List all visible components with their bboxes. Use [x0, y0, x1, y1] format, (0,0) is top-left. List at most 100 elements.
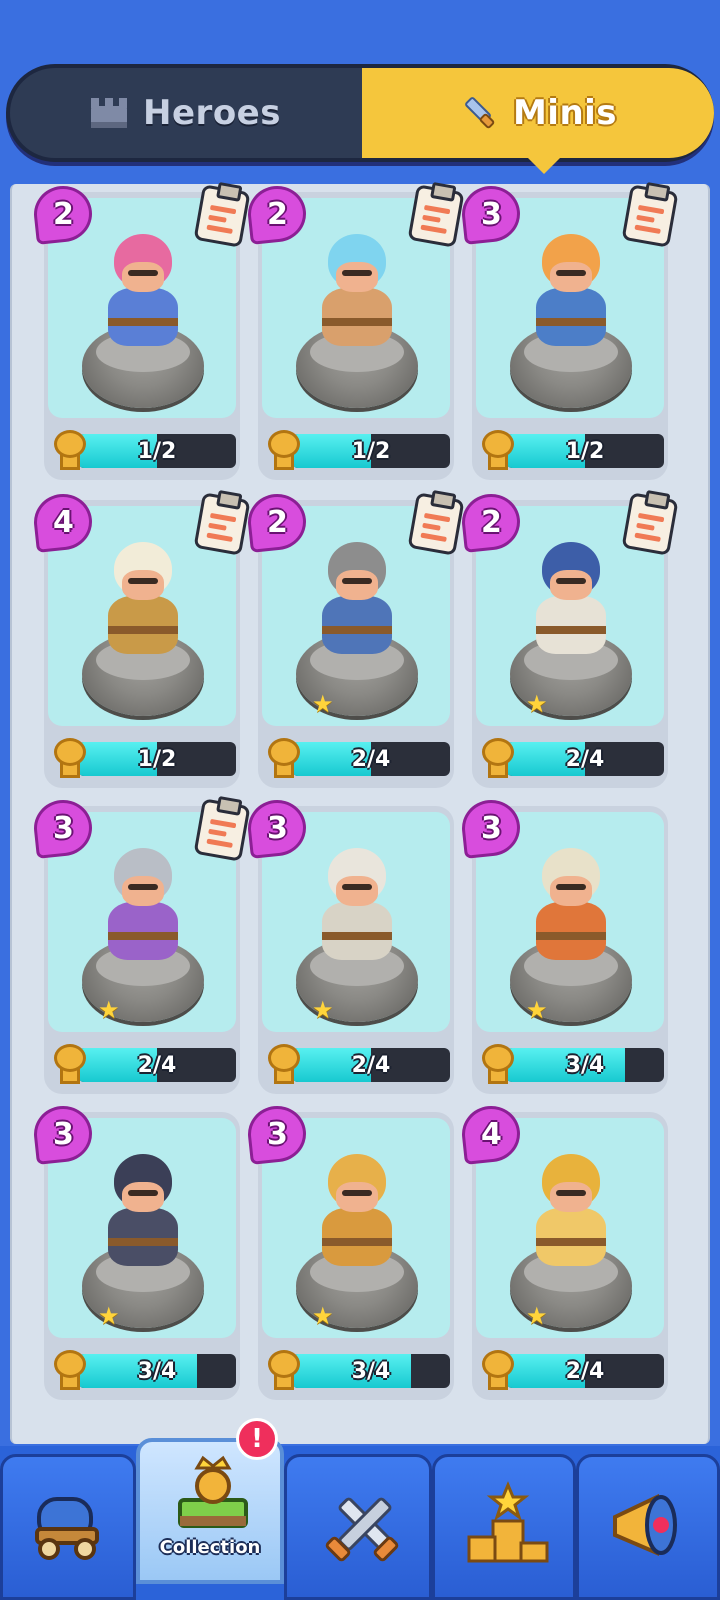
- star-icon: ★: [526, 996, 548, 1024]
- star-icon: ★: [312, 1302, 334, 1330]
- progress-text: 1/2: [137, 746, 177, 772]
- nav-shop-button[interactable]: [0, 1454, 136, 1600]
- nav-battle-button[interactable]: [284, 1454, 432, 1600]
- mini-card[interactable]: ★ 3 3/4: [245, 1103, 454, 1400]
- upgrade-progress: 2/4: [480, 738, 664, 778]
- elixir-cost-value: 3: [480, 196, 502, 232]
- elixir-cost-value: 4: [52, 504, 74, 540]
- clipboard-icon[interactable]: [621, 184, 679, 248]
- level-keyhole-icon: [266, 1044, 302, 1086]
- nav-leaderboard-button[interactable]: [432, 1454, 576, 1600]
- tab-minis[interactable]: Minis: [362, 68, 714, 174]
- tab-minis-label: Minis: [512, 93, 618, 133]
- wagon-icon: [35, 1497, 99, 1560]
- progress-bar: 3/4: [78, 1354, 236, 1388]
- clipboard-icon[interactable]: [407, 184, 465, 248]
- level-keyhole-icon: [480, 430, 516, 472]
- upgrade-progress: 2/4: [52, 1044, 236, 1084]
- mini-card[interactable]: ★ 3 3/4: [459, 797, 668, 1094]
- upgrade-progress: 3/4: [266, 1350, 450, 1390]
- elixir-cost-value: 3: [266, 810, 288, 846]
- clipboard-icon[interactable]: [193, 798, 251, 862]
- progress-bar: 1/2: [506, 434, 664, 468]
- progress-text: 3/4: [565, 1052, 605, 1078]
- mini-card[interactable]: 2 1/2: [31, 183, 251, 480]
- upgrade-progress: 2/4: [266, 738, 450, 778]
- elixir-cost-value: 2: [266, 504, 288, 540]
- mini-figure: [532, 234, 610, 354]
- upgrade-progress: 1/2: [266, 430, 450, 470]
- mini-card[interactable]: 4 1/2: [31, 491, 251, 788]
- mini-card[interactable]: 2 1/2: [245, 183, 465, 480]
- castle-icon: [91, 98, 128, 128]
- progress-bar: 2/4: [78, 1048, 236, 1082]
- mini-card[interactable]: ★ 4 2/4: [459, 1103, 668, 1400]
- collection-crown-icon: [178, 1455, 248, 1528]
- progress-bar: 2/4: [292, 1048, 450, 1082]
- progress-bar: 3/4: [292, 1354, 450, 1388]
- megaphone-icon: [613, 1493, 677, 1557]
- mini-card[interactable]: ★ 2 2/4: [245, 491, 465, 788]
- minis-grid: 2 1/2 2 1/2 3 1/2 4 1/2 ★ 2 2/4 ★ 2 2/4 ★ 3 2/4 ★ 3 2/4 ★ 3 3/…: [10, 183, 710, 1444]
- progress-bar: 1/2: [78, 434, 236, 468]
- clipboard-icon[interactable]: [407, 492, 465, 556]
- bottom-nav: Collection !: [0, 1418, 720, 1600]
- mini-figure: [318, 542, 396, 662]
- star-icon: ★: [312, 690, 334, 718]
- progress-text: 2/4: [351, 746, 391, 772]
- progress-text: 2/4: [351, 1052, 391, 1078]
- progress-bar: 1/2: [292, 434, 450, 468]
- mini-card[interactable]: 3 1/2: [459, 183, 679, 480]
- collection-alert-badge: !: [236, 1418, 278, 1460]
- upgrade-progress: 3/4: [480, 1044, 664, 1084]
- podium-icon: [467, 1481, 549, 1563]
- elixir-cost-value: 3: [52, 1116, 74, 1152]
- mini-card[interactable]: ★ 3 2/4: [245, 797, 454, 1094]
- mini-card[interactable]: ★ 3 3/4: [31, 1103, 240, 1400]
- progress-bar: 2/4: [292, 742, 450, 776]
- star-icon: ★: [98, 1302, 120, 1330]
- hero-mini-tab-switch: Heroes Minis: [6, 64, 714, 174]
- level-keyhole-icon: [480, 1044, 516, 1086]
- progress-bar: 2/4: [506, 742, 664, 776]
- elixir-cost-value: 3: [480, 810, 502, 846]
- mini-figure: [318, 848, 396, 968]
- tab-heroes[interactable]: Heroes: [10, 68, 360, 158]
- progress-text: 2/4: [565, 1358, 605, 1384]
- clipboard-icon[interactable]: [621, 492, 679, 556]
- level-keyhole-icon: [480, 738, 516, 780]
- mini-figure: [104, 848, 182, 968]
- nav-collection-label: Collection: [159, 1537, 261, 1558]
- sword-icon: [465, 97, 495, 129]
- mini-figure: [318, 1154, 396, 1274]
- mini-figure: [104, 234, 182, 354]
- progress-text: 3/4: [351, 1358, 391, 1384]
- nav-social-button[interactable]: [576, 1454, 720, 1600]
- mini-figure: [532, 848, 610, 968]
- upgrade-progress: 3/4: [52, 1350, 236, 1390]
- elixir-cost-value: 2: [266, 196, 288, 232]
- mini-figure: [104, 542, 182, 662]
- nav-collection-button[interactable]: Collection !: [136, 1418, 284, 1584]
- progress-bar: 1/2: [78, 742, 236, 776]
- level-keyhole-icon: [266, 738, 302, 780]
- elixir-cost-value: 2: [52, 196, 74, 232]
- upgrade-progress: 1/2: [52, 430, 236, 470]
- level-keyhole-icon: [52, 738, 88, 780]
- progress-bar: 3/4: [506, 1048, 664, 1082]
- elixir-cost-value: 4: [480, 1116, 502, 1152]
- mini-card[interactable]: ★ 2 2/4: [459, 491, 679, 788]
- star-icon: ★: [98, 996, 120, 1024]
- clipboard-icon[interactable]: [193, 492, 251, 556]
- upgrade-progress: 2/4: [480, 1350, 664, 1390]
- level-keyhole-icon: [266, 430, 302, 472]
- elixir-cost-value: 3: [52, 810, 74, 846]
- mini-card[interactable]: ★ 3 2/4: [31, 797, 251, 1094]
- clipboard-icon[interactable]: [193, 184, 251, 248]
- upgrade-progress: 1/2: [480, 430, 664, 470]
- star-icon: ★: [312, 996, 334, 1024]
- tab-heroes-label: Heroes: [143, 93, 281, 133]
- upgrade-progress: 1/2: [52, 738, 236, 778]
- progress-text: 1/2: [565, 438, 605, 464]
- elixir-cost-value: 2: [480, 504, 502, 540]
